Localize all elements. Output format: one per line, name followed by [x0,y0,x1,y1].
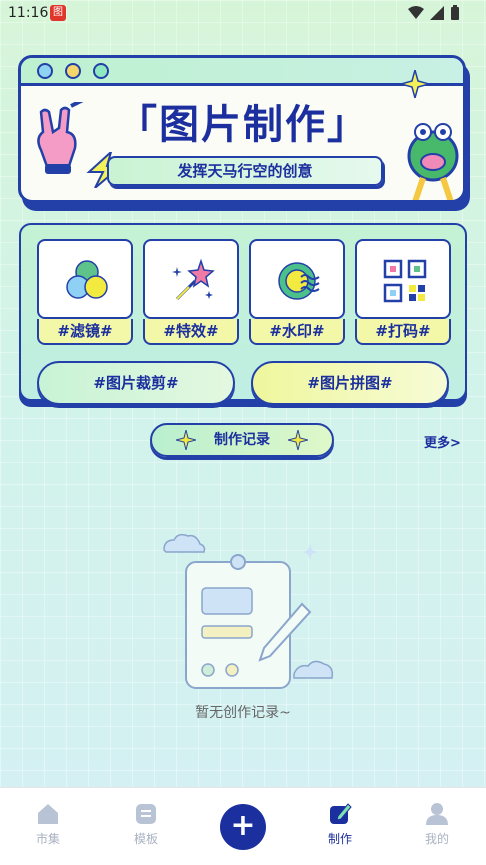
nav-label: 我的 [424,832,449,846]
crop-button[interactable]: #图片裁剪# [37,361,235,405]
sparkle-icon [288,430,308,450]
house-icon [38,804,58,824]
banner-subtitle: 发挥天马行空的创意 [107,156,383,186]
nav-item-me[interactable]: 我的 [407,802,467,847]
bottom-nav: 市集 模板 + 制作 我的 [0,787,486,865]
signal-icon [430,6,444,20]
more-link[interactable]: 更多> [424,432,461,451]
sparkle-icon [176,430,196,450]
filter-circles-icon [66,260,108,299]
nav-label: 市集 [35,832,60,846]
tool-effects[interactable]: #特效# [143,239,239,347]
nav-item-make[interactable]: 制作 [310,802,370,847]
collage-button[interactable]: #图片拼图# [251,361,449,405]
window-dot-icon [37,63,53,79]
tool-label: #特效# [143,319,239,345]
nav-label: 制作 [327,832,352,846]
mosaic-qr-icon [383,259,427,303]
rock-hand-icon [37,102,84,174]
window-bar [21,58,463,86]
watermark-icon [278,262,320,300]
user-icon [426,803,448,825]
template-icon [136,804,156,824]
window-dot-icon [93,63,109,79]
tool-label: #打码# [355,319,451,345]
banner-title: 「图片制作」 [117,102,369,148]
window-dot-icon [65,63,81,79]
tool-mosaic[interactable]: #打码# [355,239,451,347]
nav-label: 模板 [133,832,158,846]
tool-label: #水印# [249,319,345,345]
nav-item-templates[interactable]: 模板 [116,802,176,847]
edit-icon [330,803,352,824]
status-icons [408,5,460,21]
hero-banner: 「图片制作」 发挥天马行空的创意 [18,55,470,211]
status-bar: 11:16 图 [0,0,486,28]
tool-filter[interactable]: #滤镜# [37,239,133,347]
empty-clipboard-illustration [163,533,334,689]
nav-item-market[interactable]: 市集 [18,802,78,847]
monster-mascot-icon [407,123,459,200]
notification-app-icon: 图 [50,5,66,21]
create-plus-button[interactable]: + [220,804,266,850]
empty-state-text: 暂无创作记录~ [195,705,291,721]
tool-watermark[interactable]: #水印# [249,239,345,347]
records-label: 制作记录 [214,432,270,448]
tool-label: #滤镜# [37,319,133,345]
magic-wand-star-icon [172,258,215,301]
tools-panel: #滤镜# #特效# #水印# #打码# #图片裁剪# #图片拼图# [19,223,467,407]
wifi-icon [408,6,424,19]
battery-icon [451,5,459,20]
status-time: 11:16 [8,5,49,21]
sparkle-icon [401,70,429,98]
